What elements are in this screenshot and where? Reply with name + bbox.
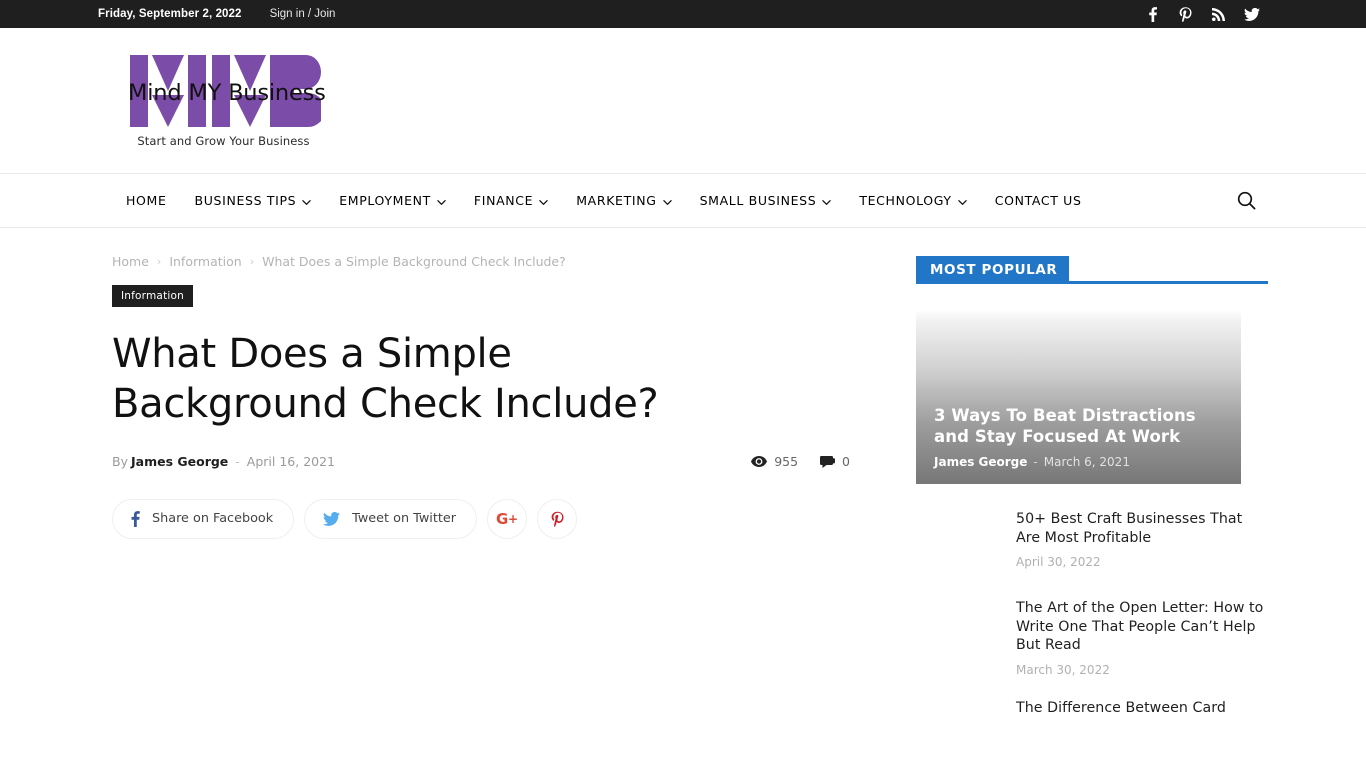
- comment-icon: [820, 455, 836, 468]
- nav-item-label: BUSINESS TIPS: [194, 193, 297, 208]
- by-label: By: [112, 454, 128, 469]
- current-date: Friday, September 2, 2022: [98, 8, 242, 20]
- share-facebook-button[interactable]: Share on Facebook: [112, 498, 295, 539]
- nav-item-label: TECHNOLOGY: [859, 193, 952, 208]
- eye-icon: [751, 456, 768, 467]
- twitter-icon[interactable]: [1235, 0, 1268, 28]
- logo-tagline: Start and Grow Your Business: [137, 134, 310, 148]
- post-title-link[interactable]: 50+ Best Craft Businesses That Are Most …: [1016, 510, 1268, 547]
- breadcrumb-current: What Does a Simple Background Check Incl…: [262, 254, 566, 269]
- nav-item-home[interactable]: HOME: [112, 174, 181, 227]
- pinterest-icon: [551, 511, 564, 527]
- chevron-down-icon: [822, 195, 832, 205]
- main-navigation: HOME BUSINESS TIPS EMPLOYMENT FINANCE MARKET…: [0, 173, 1366, 228]
- chevron-down-icon: [437, 195, 446, 205]
- breadcrumb-information[interactable]: Information: [169, 254, 241, 269]
- chevron-down-icon: [958, 195, 967, 205]
- list-item[interactable]: The Difference Between Card: [916, 698, 1268, 766]
- post-title-link[interactable]: The Art of the Open Letter: How to Write…: [1016, 599, 1268, 655]
- byline: By James George - April 16, 2021: [112, 454, 335, 469]
- widget-title: MOST POPULAR: [916, 256, 1070, 284]
- share-twitter-button[interactable]: Tweet on Twitter: [304, 498, 478, 539]
- popular-post-list: 50+ Best Craft Businesses That Are Most …: [916, 510, 1268, 766]
- facebook-icon: [131, 510, 140, 527]
- facebook-icon[interactable]: [1136, 0, 1169, 28]
- rss-icon[interactable]: [1202, 0, 1235, 28]
- share-googleplus-button[interactable]: G +: [487, 498, 528, 539]
- nav-item-label: SMALL BUSINESS: [699, 193, 817, 208]
- featured-post-card[interactable]: 3 Ways To Beat Distractions and Stay Foc…: [916, 310, 1241, 484]
- breadcrumb-home[interactable]: Home: [112, 254, 149, 269]
- share-buttons: Share on Facebook Tweet on Twitter G +: [112, 498, 888, 539]
- list-item[interactable]: 50+ Best Craft Businesses That Are Most …: [916, 510, 1268, 577]
- comment-count-value: 0: [842, 454, 850, 469]
- article-column: Home › Information › What Does a Simple …: [98, 246, 888, 768]
- article-meta-row: By James George - April 16, 2021 955 0: [112, 451, 888, 473]
- nav-item-label: MARKETING: [576, 193, 657, 208]
- pinterest-icon[interactable]: [1169, 0, 1202, 28]
- list-item[interactable]: The Art of the Open Letter: How to Write…: [916, 599, 1268, 677]
- nav-item-label: FINANCE: [473, 193, 534, 208]
- comment-count: 0: [820, 454, 850, 469]
- search-icon: [1237, 191, 1255, 210]
- nav-item-label: CONTACT US: [994, 193, 1082, 208]
- featured-post-meta: James George - March 6, 2021: [934, 455, 1225, 469]
- post-body: The Difference Between Card: [1016, 699, 1226, 766]
- share-twitter-label: Tweet on Twitter: [352, 511, 457, 526]
- svg-text:G: G: [496, 511, 508, 527]
- featured-meta-dash: -: [1033, 455, 1038, 469]
- post-title-link[interactable]: The Difference Between Card: [1016, 699, 1226, 718]
- sign-in-join-link[interactable]: Sign in / Join: [270, 8, 336, 20]
- chevron-down-icon: [539, 195, 548, 205]
- post-date: March 30, 2022: [1016, 662, 1110, 677]
- social-links: [1136, 0, 1268, 28]
- breadcrumb-separator: ›: [249, 255, 255, 268]
- chevron-down-icon: [662, 195, 672, 205]
- sidebar: MOST POPULAR 3 Ways To Beat Distractions…: [888, 246, 1268, 768]
- widget-underline: [1069, 281, 1268, 284]
- chevron-down-icon: [302, 195, 311, 205]
- logo-wordmark: Mind MY Business: [128, 80, 326, 106]
- twitter-icon: [323, 511, 341, 526]
- nav-item-contact-us[interactable]: CONTACT US: [981, 174, 1096, 227]
- nav-item-small-business[interactable]: SMALL BUSINESS: [686, 174, 846, 227]
- share-pinterest-button[interactable]: [537, 498, 578, 539]
- nav-item-label: EMPLOYMENT: [339, 193, 431, 208]
- post-body: The Art of the Open Letter: How to Write…: [1016, 599, 1268, 677]
- byline-dash: -: [235, 454, 240, 469]
- breadcrumb: Home › Information › What Does a Simple …: [112, 254, 888, 269]
- google-plus-icon: G +: [496, 511, 518, 527]
- featured-post-author[interactable]: James George: [934, 455, 1027, 469]
- post-thumbnail: [916, 510, 1016, 577]
- featured-post-date: March 6, 2021: [1043, 455, 1130, 469]
- nav-item-finance[interactable]: FINANCE: [460, 174, 562, 227]
- view-count: 955: [751, 454, 798, 469]
- author-link[interactable]: James George: [131, 454, 228, 469]
- view-count-value: 955: [774, 454, 799, 469]
- page-title: What Does a Simple Background Check Incl…: [112, 330, 659, 427]
- category-badge[interactable]: Information: [112, 285, 193, 307]
- nav-item-business-tips[interactable]: BUSINESS TIPS: [181, 174, 326, 227]
- svg-text:+: +: [508, 512, 518, 526]
- featured-post-title: 3 Ways To Beat Distractions and Stay Foc…: [934, 406, 1196, 446]
- post-body: 50+ Best Craft Businesses That Are Most …: [1016, 510, 1268, 577]
- nav-item-label: HOME: [126, 193, 167, 208]
- publish-date: April 16, 2021: [246, 454, 336, 469]
- most-popular-header: MOST POPULAR: [916, 256, 1268, 284]
- site-logo[interactable]: Mind MY Business Start and Grow Your Bus…: [126, 43, 326, 158]
- nav-item-employment[interactable]: EMPLOYMENT: [325, 174, 460, 227]
- post-date: April 30, 2022: [1016, 555, 1101, 569]
- share-facebook-label: Share on Facebook: [152, 511, 274, 526]
- post-thumbnail: [916, 599, 1016, 666]
- nav-item-marketing[interactable]: MARKETING: [562, 174, 685, 227]
- engagement-stats: 955 0: [751, 454, 888, 469]
- nav-item-technology[interactable]: TECHNOLOGY: [845, 174, 980, 227]
- post-thumbnail: [916, 698, 1016, 766]
- top-bar: Friday, September 2, 2022 Sign in / Join: [0, 0, 1366, 28]
- site-header: Mind MY Business Start and Grow Your Bus…: [0, 28, 1366, 173]
- search-button[interactable]: [1224, 174, 1268, 227]
- breadcrumb-separator: ›: [156, 255, 162, 268]
